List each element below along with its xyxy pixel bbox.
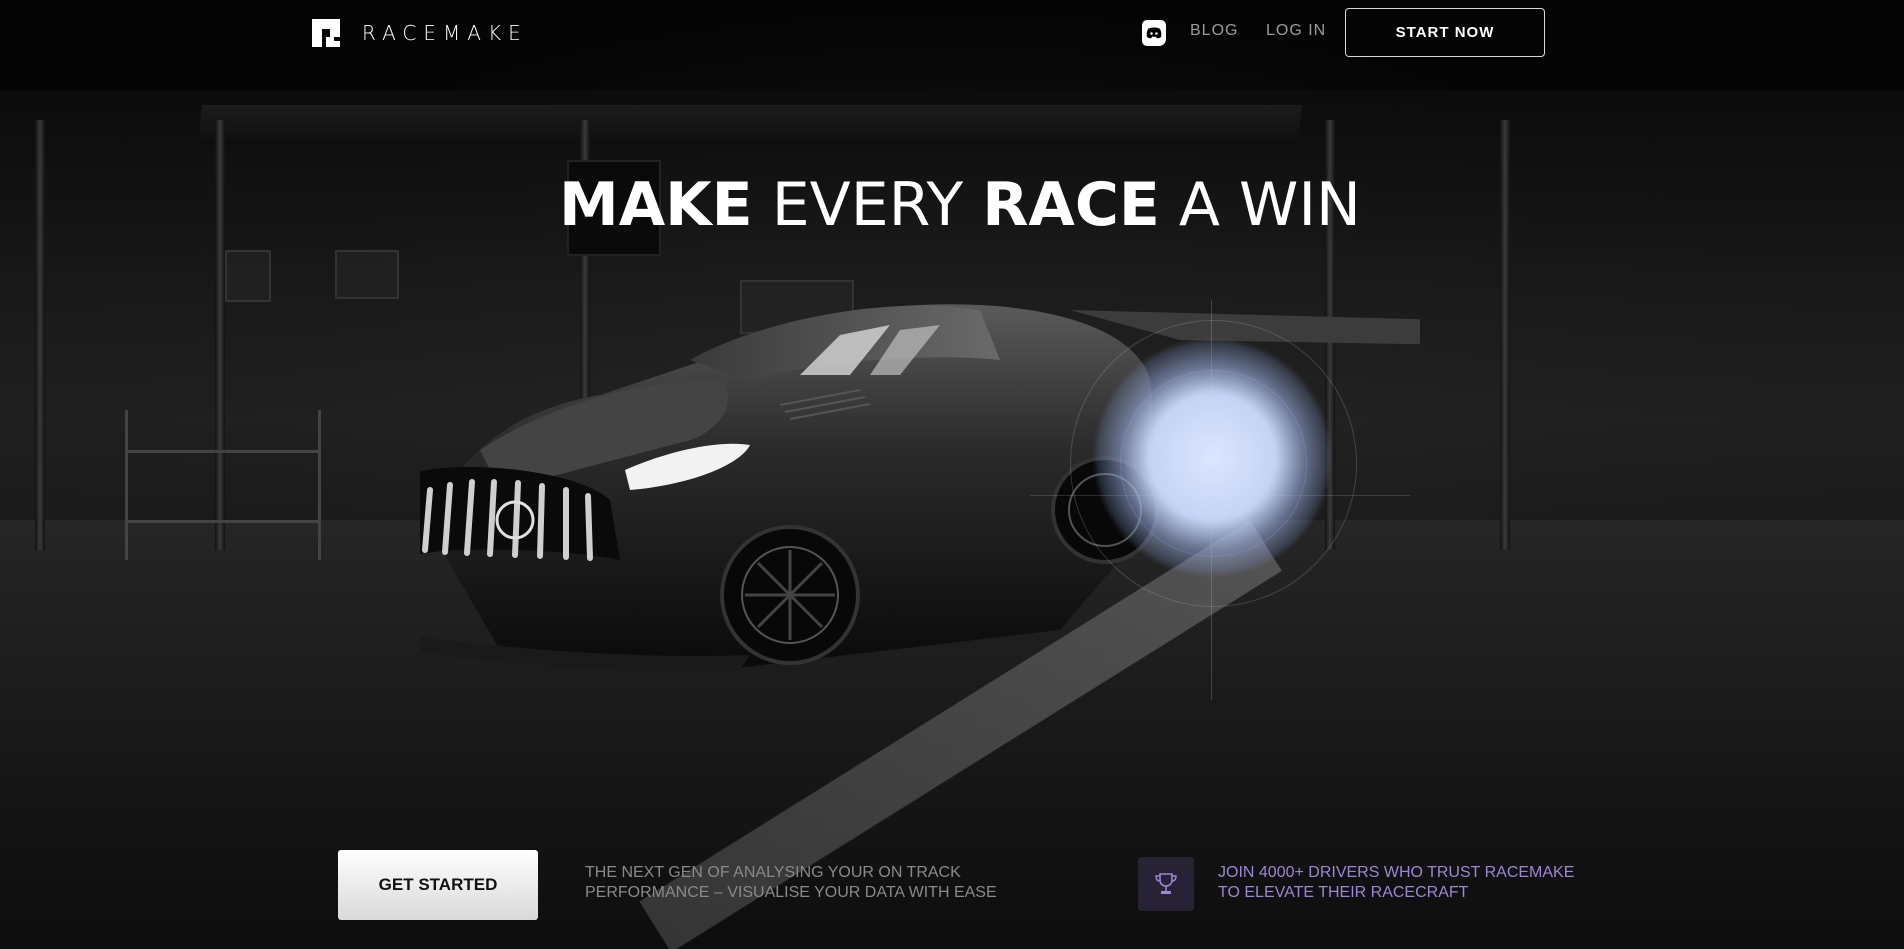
top-navbar: RACEMAKE BLOG LOG IN START NOW — [0, 0, 1904, 66]
brand-logo[interactable]: RACEMAKE — [312, 19, 528, 47]
hero-tagline: THE NEXT GEN OF ANALYSING YOUR ON TRACK … — [585, 864, 997, 901]
drivers-trust-text: JOIN 4000+ DRIVERS WHO TRUST RACEMAKE TO… — [1218, 864, 1575, 901]
discord-icon[interactable] — [1142, 20, 1166, 46]
hero-headline: MAKE EVERY RACE A WIN — [0, 170, 1904, 240]
headline-word: RACE — [982, 170, 1160, 240]
start-now-button[interactable]: START NOW — [1345, 8, 1545, 57]
ceiling-beam — [197, 105, 1303, 145]
headline-word: MAKE — [559, 170, 753, 240]
wall-panel — [335, 250, 399, 299]
headline-word: A WIN — [1178, 170, 1361, 240]
brand-name: RACEMAKE — [362, 21, 528, 45]
landing-page: RACEMAKE BLOG LOG IN START NOW MAKE EVER… — [0, 0, 1904, 949]
blog-link[interactable]: BLOG — [1190, 22, 1238, 40]
login-link[interactable]: LOG IN — [1266, 22, 1326, 40]
telemetry-glow — [1095, 340, 1330, 575]
racemake-logo-icon — [312, 19, 340, 47]
metal-rack — [125, 410, 321, 560]
trophy-icon — [1138, 857, 1194, 911]
headline-word: EVERY — [771, 170, 964, 240]
get-started-button[interactable]: GET STARTED — [338, 850, 538, 920]
wall-panel — [225, 250, 271, 302]
